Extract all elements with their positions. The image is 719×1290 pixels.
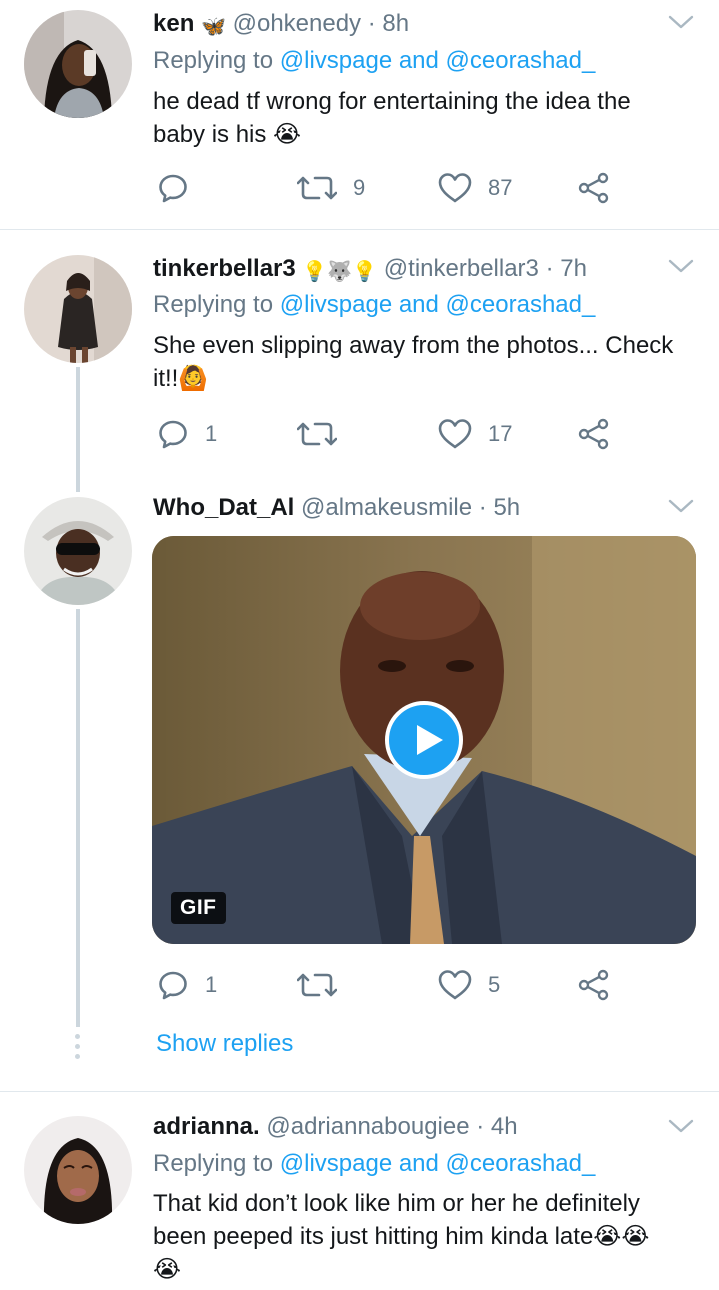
retweet-icon xyxy=(297,969,337,1001)
caret-down-icon[interactable] xyxy=(667,8,695,36)
butterfly-emoji: 🦋 xyxy=(201,14,226,38)
timestamp[interactable]: 8h xyxy=(382,10,409,37)
reply-button[interactable] xyxy=(157,168,205,208)
timestamp[interactable]: 7h xyxy=(560,255,587,282)
retweet-button[interactable] xyxy=(297,965,353,1005)
tweet-text-line: 😭 xyxy=(153,1256,182,1283)
replying-to: Replying to @livspage and @ceorashad_ xyxy=(153,46,595,76)
tweet-text: That kid don’t look like him or her he d… xyxy=(153,1187,698,1286)
thread-line xyxy=(76,480,80,492)
like-count: 17 xyxy=(488,421,513,446)
reply-button[interactable]: 1 xyxy=(157,965,217,1005)
like-button[interactable]: 17 xyxy=(438,414,512,454)
avatar[interactable] xyxy=(24,10,132,118)
tweet-header: tinkerbellar3 💡🐺💡 @tinkerbellar3 · 7h xyxy=(153,254,659,286)
replying-to: Replying to @livspage and @ceorashad_ xyxy=(153,290,595,320)
thread-dots xyxy=(75,1034,81,1064)
share-icon xyxy=(578,418,610,450)
like-button[interactable]: 87 xyxy=(438,168,512,208)
avatar[interactable] xyxy=(24,1116,132,1224)
tweet-header: Who_Dat_Al @almakeusmile · 5h xyxy=(153,493,659,523)
retweet-icon xyxy=(297,418,337,450)
reply-icon xyxy=(157,418,189,450)
like-icon xyxy=(438,969,472,1001)
share-icon xyxy=(578,172,610,204)
username[interactable]: @ohkenedy xyxy=(233,10,361,37)
reply-count: 1 xyxy=(205,972,218,997)
reply-button[interactable]: 1 xyxy=(157,414,217,454)
avatar[interactable] xyxy=(24,497,132,605)
retweet-count: 9 xyxy=(353,175,366,200)
tweet-adrianna[interactable]: adrianna. @adriannabougiee · 4h Replying… xyxy=(0,1092,719,1290)
tweet-header: adrianna. @adriannabougiee · 4h xyxy=(153,1112,659,1142)
retweet-button[interactable] xyxy=(297,414,353,454)
reply-icon xyxy=(157,172,189,204)
share-button[interactable] xyxy=(578,965,610,1005)
timestamp[interactable]: 4h xyxy=(491,1113,518,1140)
tweet-ken[interactable]: ken 🦋 @ohkenedy · 8h Replying to @livspa… xyxy=(0,0,719,230)
tweet-text: he dead tf wrong for entertaining the id… xyxy=(153,85,698,151)
avatar[interactable] xyxy=(24,255,132,363)
separator-dot: · xyxy=(476,1113,485,1140)
tweet-header: ken 🦋 @ohkenedy · 8h xyxy=(153,9,659,41)
play-icon[interactable] xyxy=(385,701,463,779)
display-name[interactable]: adrianna. xyxy=(153,1113,260,1140)
tweet-text-line: it!!🙆 xyxy=(153,365,209,392)
separator-dot: · xyxy=(545,255,554,282)
share-icon xyxy=(578,969,610,1001)
tweet-actions: 1 5 xyxy=(153,965,623,1005)
replying-to-label: Replying to xyxy=(153,1150,274,1177)
tweet-text-line: been peeped its just hitting him kinda l… xyxy=(153,1223,650,1250)
tweet-text-line: That kid don’t look like him or her he d… xyxy=(153,1190,640,1217)
replying-to-links[interactable]: @livspage and @ceorashad_ xyxy=(280,47,596,74)
like-icon xyxy=(438,172,472,204)
gif-badge: GIF xyxy=(171,892,226,924)
display-name[interactable]: Who_Dat_Al xyxy=(153,494,294,521)
replying-to-links[interactable]: @livspage and @ceorashad_ xyxy=(280,291,596,318)
share-button[interactable] xyxy=(578,414,610,454)
display-name[interactable]: tinkerbellar3 xyxy=(153,255,296,282)
caret-down-icon[interactable] xyxy=(667,252,695,280)
retweet-button[interactable]: 9 xyxy=(297,168,365,208)
retweet-icon xyxy=(297,172,337,204)
username[interactable]: @tinkerbellar3 xyxy=(384,255,539,282)
share-button[interactable] xyxy=(578,168,610,208)
display-name[interactable]: ken xyxy=(153,10,194,37)
gif-media[interactable]: GIF xyxy=(152,536,696,944)
separator-dot: · xyxy=(367,10,376,37)
thread-line xyxy=(76,367,80,480)
show-replies-link[interactable]: Show replies xyxy=(156,1030,293,1058)
tweet-text-line: he dead tf wrong for entertaining the id… xyxy=(153,88,631,115)
replying-to-label: Replying to xyxy=(153,47,274,74)
like-count: 87 xyxy=(488,175,513,200)
tweet-tinkerbellar3[interactable]: tinkerbellar3 💡🐺💡 @tinkerbellar3 · 7h Re… xyxy=(0,230,719,480)
tweet-actions: 9 87 xyxy=(153,168,623,208)
tweet-text: She even slipping away from the photos..… xyxy=(153,329,698,395)
tweet-actions: 1 17 xyxy=(153,414,623,454)
like-button[interactable]: 5 xyxy=(438,965,500,1005)
username[interactable]: @adriannabougiee xyxy=(266,1113,469,1140)
reply-icon xyxy=(157,969,189,1001)
tweet-text-line: She even slipping away from the photos..… xyxy=(153,332,674,359)
like-icon xyxy=(438,418,472,450)
username[interactable]: @almakeusmile xyxy=(301,494,472,521)
reply-count: 1 xyxy=(205,421,218,446)
timestamp[interactable]: 5h xyxy=(493,494,520,521)
thread-line xyxy=(76,609,80,1027)
replying-to-links[interactable]: @livspage and @ceorashad_ xyxy=(280,1150,596,1177)
replying-to-label: Replying to xyxy=(153,291,274,318)
lightbulb-wolf-emoji: 💡🐺💡 xyxy=(302,259,378,283)
replying-to: Replying to @livspage and @ceorashad_ xyxy=(153,1149,595,1179)
separator-dot: · xyxy=(478,494,487,521)
like-count: 5 xyxy=(488,972,501,997)
tweet-text-line: baby is his 😭 xyxy=(153,121,302,148)
caret-down-icon[interactable] xyxy=(667,1112,695,1140)
caret-down-icon[interactable] xyxy=(667,492,695,520)
